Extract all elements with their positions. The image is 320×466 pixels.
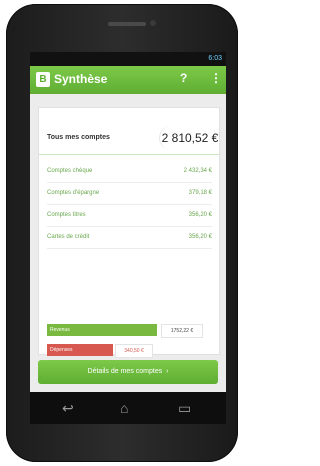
account-value: 2 432,34 € <box>183 168 212 174</box>
account-value: 356,20 € <box>188 234 212 240</box>
chevron-right-icon: › <box>164 368 169 375</box>
all-accounts-amount: 2 810,52 € <box>159 126 220 150</box>
all-accounts-label: Tous mes comptes <box>47 134 110 141</box>
account-label: Comptes d'épargne <box>47 190 100 196</box>
revenus-label: Revenus <box>50 327 70 333</box>
account-row[interactable]: Cartes de crédit 356,20 € <box>47 230 212 249</box>
revenus-value: 1752,22 € <box>161 324 203 338</box>
all-accounts-row[interactable]: Tous mes comptes 2 810,52 € <box>39 120 219 155</box>
depenses-label: Dépenses <box>50 347 73 353</box>
speaker <box>108 22 146 26</box>
accounts-card: Tous mes comptes 2 810,52 € Comptes chèq… <box>38 107 220 367</box>
depenses-bar[interactable]: Dépenses <box>47 344 113 356</box>
account-label: Cartes de crédit <box>47 234 90 240</box>
account-value: 356,20 € <box>188 212 212 218</box>
account-label: Comptes titres <box>47 212 86 218</box>
camera <box>150 20 156 26</box>
status-time: 6:03 <box>208 55 222 62</box>
account-value: 379,18 € <box>188 190 212 196</box>
back-icon[interactable]: ↩ <box>62 400 74 417</box>
screen: 6:03 B Synthèse ? ⋮ Tous mes comptes 2 8… <box>30 52 226 424</box>
app-bar: B Synthèse ? ⋮ <box>30 66 226 94</box>
account-row[interactable]: Comptes d'épargne 379,18 € <box>47 186 212 205</box>
depenses-value: 340,50 € <box>115 344 153 358</box>
home-icon[interactable]: ⌂ <box>120 400 128 416</box>
account-details-label: Détails de mes comptes <box>87 368 163 375</box>
phone-frame: 6:03 B Synthèse ? ⋮ Tous mes comptes 2 8… <box>6 4 238 462</box>
recents-icon[interactable]: ▭ <box>178 400 191 417</box>
account-label: Comptes chèque <box>47 168 93 174</box>
account-row[interactable]: Comptes titres 356,20 € <box>47 208 212 227</box>
status-bar: 6:03 <box>30 52 226 66</box>
page-title: Synthèse <box>54 72 108 86</box>
account-details-button[interactable]: Détails de mes comptes › <box>38 360 218 384</box>
overflow-menu-button[interactable]: ⋮ <box>210 71 222 85</box>
app-logo: B <box>36 72 50 87</box>
android-nav-bar: ↩ ⌂ ▭ <box>30 392 226 424</box>
account-row[interactable]: Comptes chèque 2 432,34 € <box>47 164 212 183</box>
revenus-bar[interactable]: Revenus <box>47 324 157 336</box>
help-button[interactable]: ? <box>180 71 187 85</box>
